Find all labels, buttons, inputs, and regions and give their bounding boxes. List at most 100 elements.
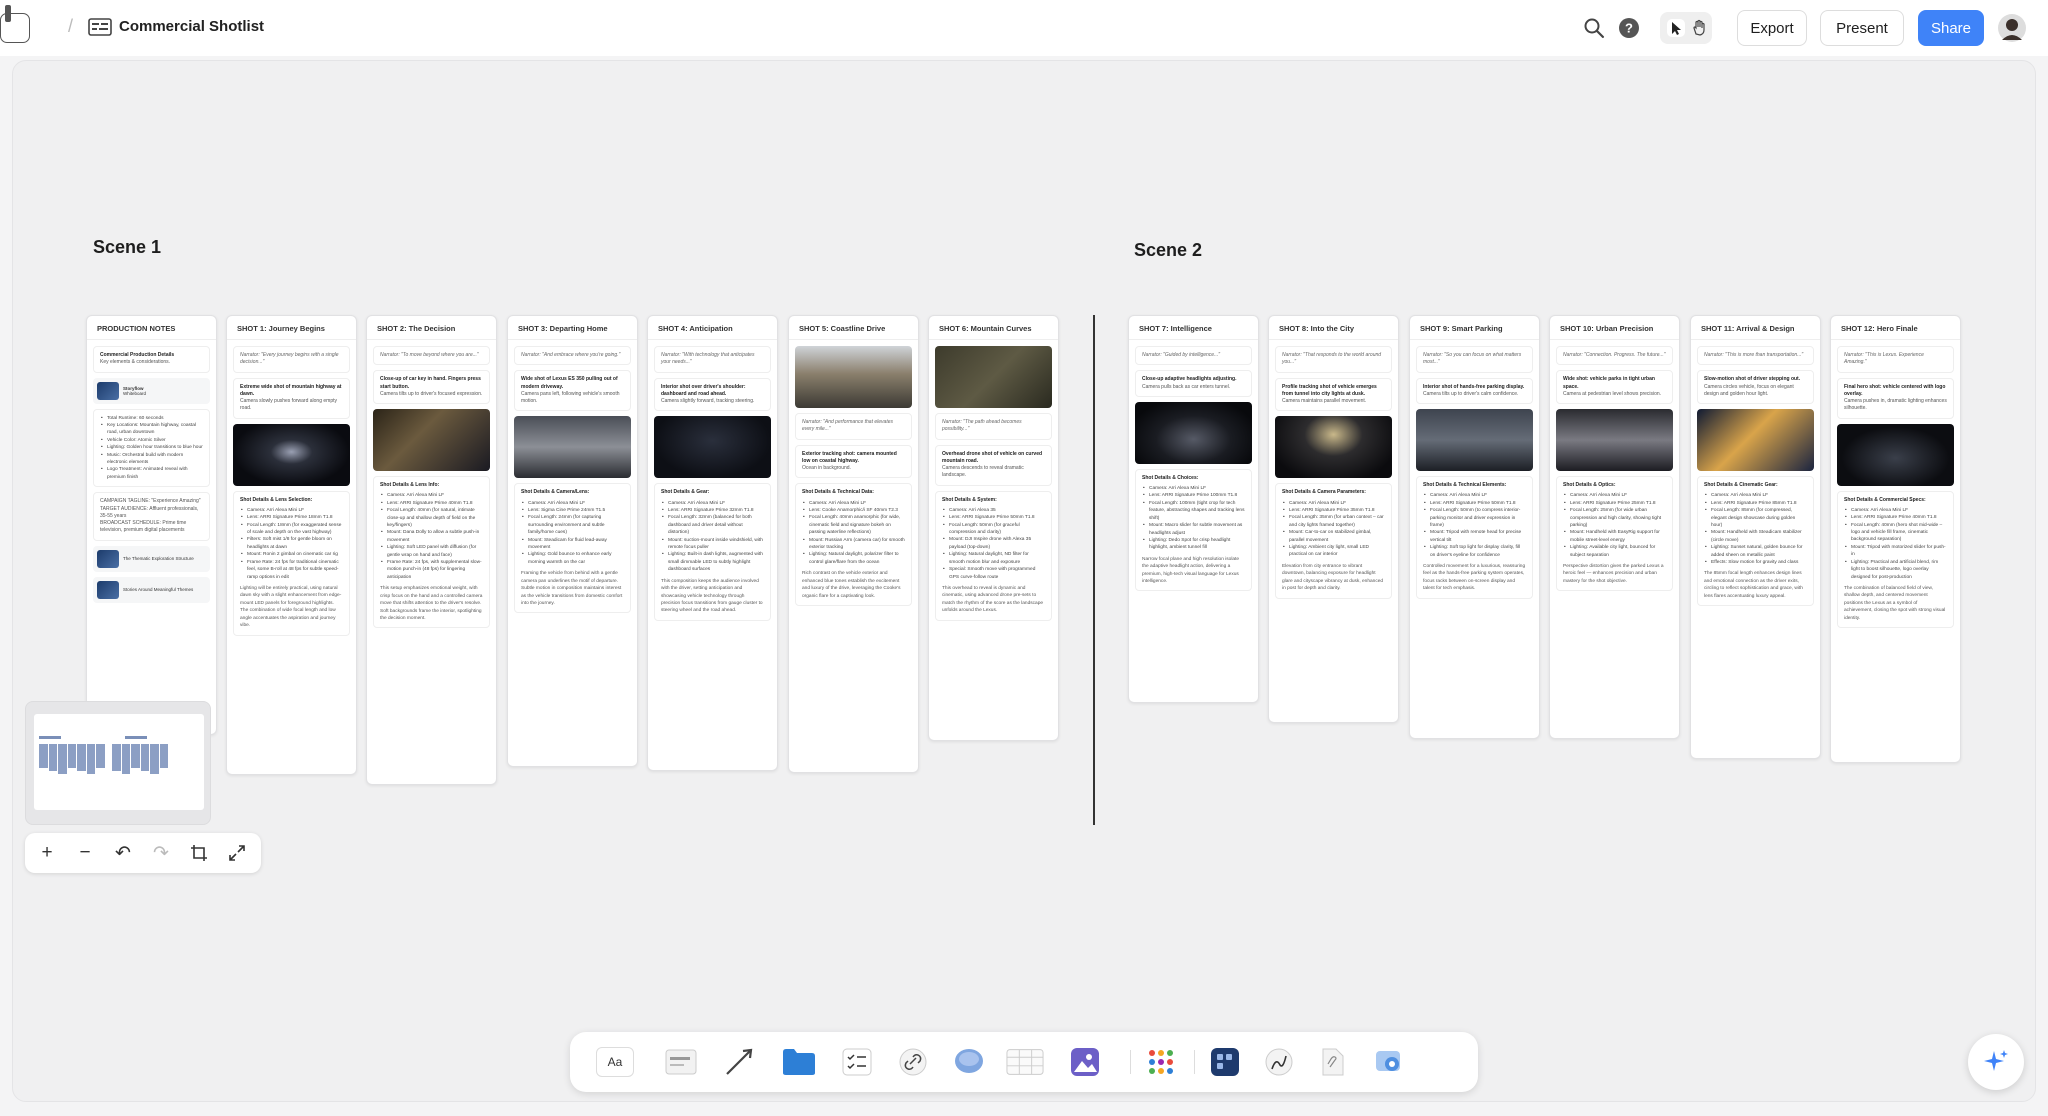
- minimap-card: [150, 744, 159, 774]
- detail-item: Frame Rate: 24 fps for traditional cinem…: [240, 559, 343, 581]
- minimap-viewport[interactable]: [34, 714, 204, 810]
- undo-icon[interactable]: ↶: [107, 837, 139, 869]
- share-button[interactable]: Share: [1918, 10, 1984, 46]
- detail-item: Focal Length: 40mm (hero shot mid-wide –…: [1844, 522, 1947, 544]
- detail-item: Lighting: Gold bounce to enhance early m…: [521, 551, 624, 566]
- detail-item: Lens: Cooke Anamorphic/i SF 40mm T2.3: [802, 507, 905, 515]
- shot-card-10[interactable]: SHOT 10: Urban Precision Narrator: "Conne…: [1549, 315, 1680, 739]
- shot-description: Interior shot of hands-free parking disp…: [1416, 377, 1533, 404]
- shot-card-1[interactable]: SHOT 1: Journey Begins Narrator: "Every j…: [226, 315, 357, 775]
- breadcrumb-separator: /: [68, 16, 74, 36]
- link-tool-icon[interactable]: [894, 1044, 932, 1080]
- shot-card-12[interactable]: SHOT 12: Hero Finale Narrator: "This is L…: [1830, 315, 1961, 763]
- detail-item: Camera: Arri Alexa Mini LF: [1704, 492, 1807, 500]
- detail-item: Focal Length: 50mm (to compress interior…: [1423, 507, 1526, 529]
- shot-card-2[interactable]: SHOT 2: The Decision Narrator: "To move b…: [366, 315, 497, 785]
- shot-image[interactable]: [1697, 409, 1814, 471]
- detail-item: Filters: Soft mist 1/8 for gentle bloom …: [240, 536, 343, 551]
- export-button[interactable]: Export: [1737, 10, 1807, 46]
- redo-icon[interactable]: ↷: [145, 837, 177, 869]
- detail-item: Focal Length: 50mm (for graceful compres…: [942, 522, 1045, 537]
- shot-description: Interior shot over driver's shoulder: da…: [654, 377, 771, 412]
- note-tool-icon[interactable]: [662, 1044, 700, 1080]
- shot-image[interactable]: [795, 346, 912, 408]
- attachment-thematic[interactable]: The Thematic Exploration Structure: [93, 545, 210, 572]
- pointer-icon[interactable]: [1667, 19, 1685, 37]
- zoom-controls: + − ↶ ↷: [25, 833, 261, 873]
- narrator-line: Narrator: "Connection. Progress. The fut…: [1556, 346, 1673, 366]
- board-icon: [88, 18, 112, 36]
- attach-file-icon[interactable]: [1314, 1044, 1352, 1080]
- avatar[interactable]: [1998, 14, 2026, 42]
- detail-item: Mount: suction-mount inside windshield, …: [661, 537, 764, 552]
- whiteboard-canvas[interactable]: Scene 1 Scene 2 PRODUCTION NOTES Commerc…: [12, 60, 2036, 1102]
- scene-2-title[interactable]: Scene 2: [1134, 240, 1202, 261]
- shot-image[interactable]: [1135, 401, 1252, 464]
- attachment-storyflow[interactable]: Storyflow Whiteboard: [93, 377, 210, 404]
- widget-tool-icon[interactable]: [1206, 1044, 1244, 1080]
- shot-image[interactable]: [1275, 416, 1392, 479]
- minimap-card: [77, 744, 86, 771]
- zoom-out-icon[interactable]: −: [69, 837, 101, 869]
- narrator-line: Narrator: "This is Lexus. Experience Ama…: [1837, 346, 1954, 373]
- shot-image[interactable]: [1416, 409, 1533, 471]
- shot-card-6[interactable]: SHOT 6: Mountain Curves Narrator: "The pa…: [928, 315, 1059, 741]
- attachment-thumbnail: [97, 580, 119, 599]
- comment-tool-icon[interactable]: [950, 1044, 988, 1080]
- folder-tool-icon[interactable]: [780, 1044, 818, 1080]
- pen-tool-icon[interactable]: [1260, 1044, 1298, 1080]
- shot-description: Final hero shot: vehicle centered with l…: [1837, 377, 1954, 419]
- detail-item: Focal Length: 35mm (for urban context – …: [1282, 514, 1385, 529]
- shot-image[interactable]: [1556, 409, 1673, 471]
- narrator-line: Narrator: "And embrace where you're goin…: [514, 346, 631, 366]
- checklist-tool-icon[interactable]: [838, 1044, 876, 1080]
- present-button[interactable]: Present: [1820, 10, 1904, 46]
- shot-card-9[interactable]: SHOT 9: Smart Parking Narrator: "So you c…: [1409, 315, 1540, 739]
- shot-details: Shot Details & Technical Elements:Camera…: [1416, 476, 1533, 599]
- shot-image[interactable]: [935, 346, 1052, 408]
- production-notes-card[interactable]: PRODUCTION NOTES Commercial Production D…: [86, 315, 217, 735]
- text-tool-icon[interactable]: Aa: [596, 1044, 634, 1080]
- help-icon[interactable]: ?: [1618, 17, 1640, 39]
- hand-icon[interactable]: [1690, 19, 1708, 37]
- image-tool-icon[interactable]: [1066, 1044, 1104, 1080]
- shot-card-8[interactable]: SHOT 8: Into the City Narrator: "That res…: [1268, 315, 1399, 723]
- zoom-in-icon[interactable]: +: [31, 837, 63, 869]
- sidebar-toggle-icon[interactable]: [0, 13, 30, 43]
- shot-card-11[interactable]: SHOT 11: Arrival & Design Narrator: "This…: [1690, 315, 1821, 759]
- shot-card-3[interactable]: SHOT 3: Departing Home Narrator: "And emb…: [507, 315, 638, 767]
- shot-image[interactable]: [233, 423, 350, 486]
- shot-card-7[interactable]: SHOT 7: Intelligence Narrator: "Guided by…: [1128, 315, 1259, 703]
- detail-item: Mount: Handheld with Steadicam stabilize…: [1704, 529, 1807, 544]
- screen-capture-icon[interactable]: [1370, 1044, 1408, 1080]
- detail-item: Mount: Dana Dolly to allow a subtle push…: [380, 529, 483, 544]
- detail-item: Mount: Tripod with remote head for preci…: [1423, 529, 1526, 544]
- shot-card-5[interactable]: SHOT 5: Coastline Drive Narrator: "And pe…: [788, 315, 919, 773]
- attachment-stories[interactable]: Stories Around Meaningful Themes: [93, 576, 210, 603]
- shot-details: Shot Details & Commercial Specs:Camera: …: [1837, 490, 1954, 629]
- fullscreen-icon[interactable]: [221, 837, 253, 869]
- shot-image[interactable]: [373, 409, 490, 471]
- minimap-card: [67, 744, 76, 768]
- search-icon[interactable]: [1582, 16, 1606, 40]
- shot-image[interactable]: [1837, 423, 1954, 486]
- shot-card-4[interactable]: SHOT 4: Anticipation Narrator: "With tech…: [647, 315, 778, 771]
- board-title[interactable]: Commercial Shotlist: [119, 18, 264, 35]
- table-tool-icon[interactable]: [1006, 1044, 1044, 1080]
- fit-frame-icon[interactable]: [183, 837, 215, 869]
- detail-item: Mount: Ronin 2 gimbal on cinematic car r…: [240, 551, 343, 559]
- detail-item: Camera: Arri Alexa Mini LF: [661, 500, 764, 508]
- ai-assistant-button[interactable]: [1968, 1034, 2024, 1090]
- shot-details: Shot Details & Optics:Camera: Arri Alexa…: [1556, 476, 1673, 592]
- scene-1-title[interactable]: Scene 1: [93, 237, 161, 258]
- apps-tool-icon[interactable]: [1142, 1044, 1180, 1080]
- detail-item: Effects: Slow motion for gravity and cla…: [1704, 559, 1807, 567]
- minimap-card: [58, 744, 67, 774]
- minimap[interactable]: [25, 701, 211, 825]
- shot-details: Shot Details & Camera/Lens:Camera: Arri …: [514, 483, 631, 614]
- narrator-line: Narrator: "Guided by intelligence...": [1135, 346, 1252, 366]
- detail-item: Lens: ARRI Signature Prime 32mm T1.8: [661, 507, 764, 515]
- shot-image[interactable]: [654, 416, 771, 479]
- arrow-tool-icon[interactable]: [720, 1044, 758, 1080]
- shot-image[interactable]: [514, 416, 631, 479]
